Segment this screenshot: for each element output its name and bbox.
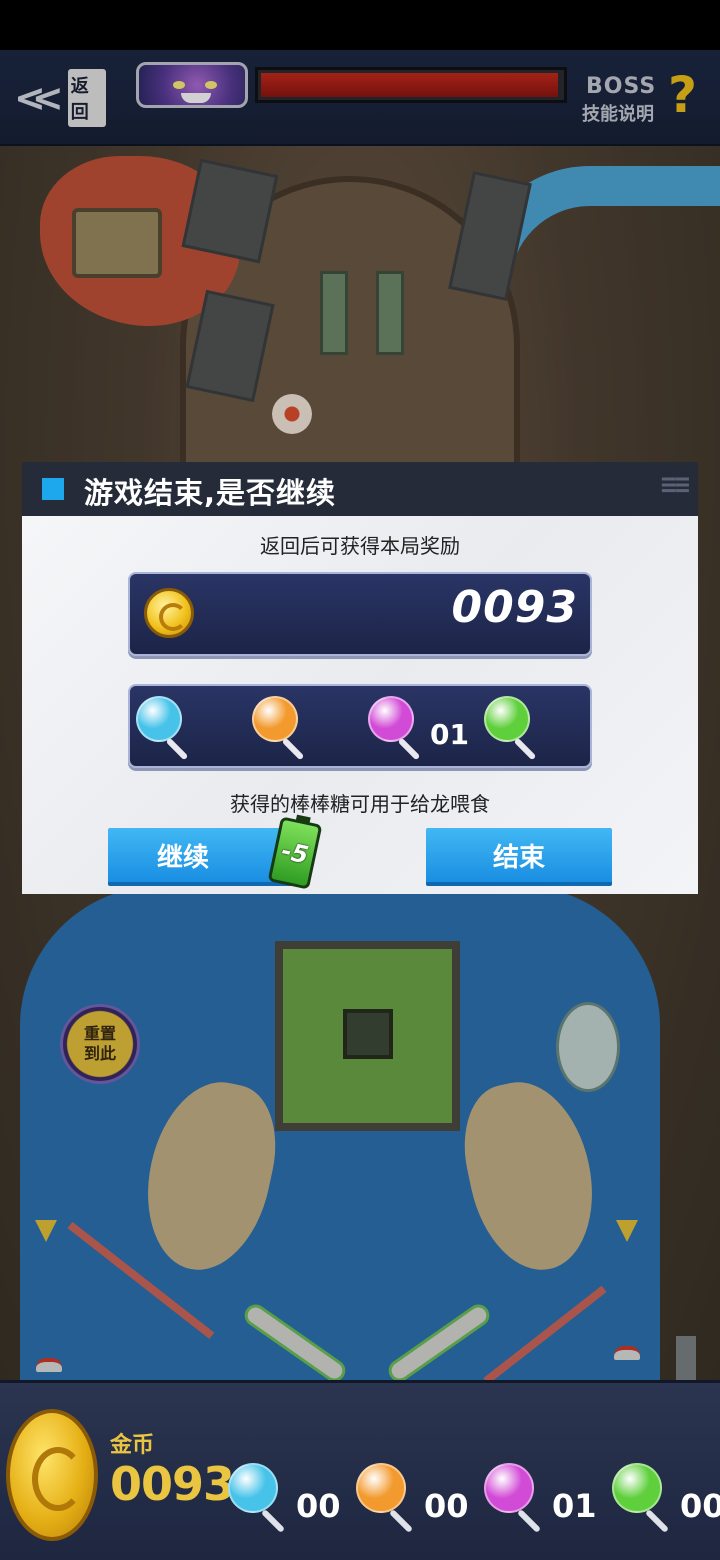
gold-coin-icon [144,588,194,638]
purple-lollipop-icon [484,1463,534,1513]
square-icon [42,478,64,500]
gold-coin-icon [6,1409,98,1541]
candy-count: 00 [680,1487,720,1525]
end-label: 结束 [492,842,545,873]
status-bar [0,0,720,50]
header-decoration: ≡≡ [660,470,690,500]
candy-hint: 获得的棒棒糖可用于给龙喂食 [230,792,490,816]
blue-candy-reward [136,696,200,761]
gold-label: 金币 [110,1433,155,1458]
coin-reward-panel: 0093 [128,572,592,656]
candy-count: 01 [552,1487,597,1525]
orange-lollipop-icon [356,1463,406,1513]
green-candy-reward [484,696,548,761]
reward-subtitle: 返回后可获得本局奖励 [260,534,460,558]
game-over-dialog: 游戏结束,是否继续 ≡≡ 返回后可获得本局奖励 0093 01 获得的棒棒糖可用… [22,462,698,894]
purple-lollipop-icon [368,696,414,742]
continue-label: 继续 [156,842,209,873]
green-lollipop-icon [484,696,530,742]
orange-candy-counter: 00 [356,1463,469,1534]
gold-value: 0093 [110,1457,235,1511]
bottom-resource-bar: 金币 0093 00 00 01 00 [0,1380,720,1560]
dialog-title: 游戏结束,是否继续 [84,476,337,510]
dialog-header: 游戏结束,是否继续 ≡≡ [22,462,698,516]
candy-count: 00 [424,1487,469,1525]
orange-lollipop-icon [252,696,298,742]
purple-candy-counter: 01 [484,1463,597,1534]
candy-reward-panel: 01 [128,684,592,768]
candy-count: 01 [430,718,469,751]
candy-count: 00 [296,1487,341,1525]
green-candy-counter: 00 [612,1463,720,1534]
blue-lollipop-icon [228,1463,278,1513]
battery-cost: -5 [279,836,311,870]
green-lollipop-icon [612,1463,662,1513]
coin-reward-value: 0093 [451,582,578,633]
blue-lollipop-icon [136,696,182,742]
orange-candy-reward [252,696,316,761]
blue-candy-counter: 00 [228,1463,341,1534]
purple-candy-reward: 01 [368,696,469,761]
dialog-body: 返回后可获得本局奖励 0093 01 获得的棒棒糖可用于给龙喂食 继续 -5 结… [22,516,698,894]
end-button[interactable]: 结束 [426,828,612,886]
